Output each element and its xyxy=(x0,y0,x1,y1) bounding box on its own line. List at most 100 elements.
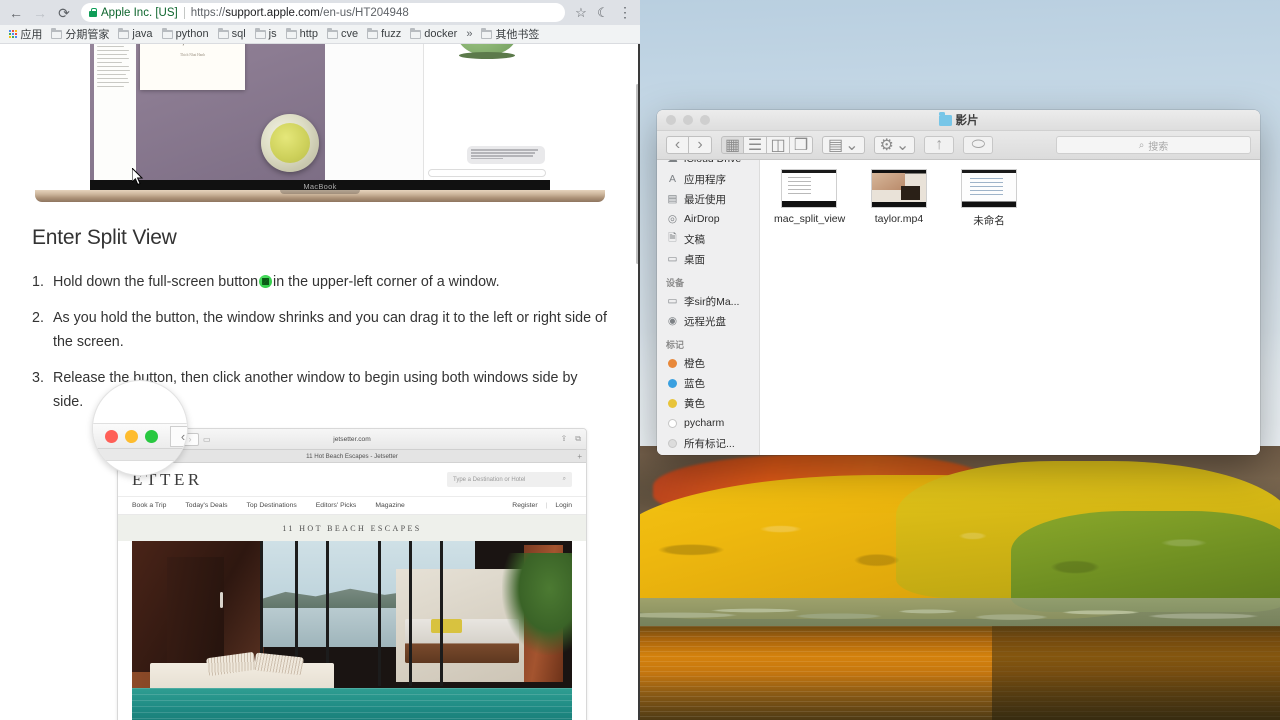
file-item[interactable]: 未命名 xyxy=(954,169,1024,228)
sidebar-item-documents[interactable]: 🗎 文稿 xyxy=(657,229,759,249)
icloud-icon: ☁ xyxy=(666,160,679,165)
bookmark-item-other[interactable]: 其他书签 xyxy=(477,25,543,43)
address-bar[interactable]: Apple Inc. [US] https://support.apple.co… xyxy=(81,3,565,22)
bookmark-item-4[interactable]: sql xyxy=(214,27,250,41)
nav-link-magazine[interactable]: Magazine xyxy=(375,502,404,509)
site-search-input[interactable]: Type a Destination or Hotel ⌕ xyxy=(447,472,572,488)
gallery-view-button[interactable]: ❒ xyxy=(790,136,813,154)
sidebar-tag-pycharm[interactable]: pycharm xyxy=(657,413,759,433)
bookmarks-bar: 应用 分期管家 java python sql js http cve fuzz… xyxy=(0,25,640,44)
bookmark-item-8[interactable]: fuzz xyxy=(363,27,405,41)
step-item-1: Hold down the full-screen button in the u… xyxy=(32,270,608,294)
sidebar-item-icloud-drive[interactable]: ☁ iCloud Drive xyxy=(657,160,759,169)
forward-arrow-icon[interactable]: › xyxy=(689,136,712,154)
pull-quote-attribution: Thich Nhat Hanh xyxy=(180,53,205,58)
back-arrow-icon[interactable]: ← xyxy=(5,2,27,24)
sidebar-item-recents[interactable]: ▤ 最近使用 xyxy=(657,189,759,209)
file-name-label: mac_split_view xyxy=(774,213,846,225)
fullscreen-button-icon-magnified[interactable] xyxy=(145,429,158,443)
arrange-icon: ▤ xyxy=(828,137,844,154)
new-tab-button[interactable]: + xyxy=(577,452,582,461)
close-button-icon-magnified[interactable] xyxy=(105,429,118,443)
bookmarks-overflow-chevron[interactable]: » xyxy=(462,28,476,40)
sidebar-section-tags: 标记 xyxy=(666,340,685,350)
folder-icon xyxy=(161,27,173,39)
safari-screenshot-figure: ‹ › ▭ jetsetter.com ⇪ ⧉ 11 Hot Be xyxy=(92,380,587,720)
magnified-nav-buttons[interactable]: ‹ › xyxy=(170,425,187,447)
search-icon: ⌕ xyxy=(562,476,566,483)
nav-link-register[interactable]: Register xyxy=(512,502,537,509)
close-button-icon[interactable] xyxy=(666,115,676,125)
star-icon[interactable]: ☆ xyxy=(571,3,591,23)
bookmark-label: js xyxy=(268,28,277,40)
finder-search-input[interactable]: ⌕ 搜索 xyxy=(1056,136,1251,154)
safari-address-bar[interactable]: jetsetter.com xyxy=(333,436,370,443)
nav-link-todays-deals[interactable]: Today's Deals xyxy=(185,502,227,509)
finder-nav-buttons[interactable]: ‹ › xyxy=(666,136,712,154)
bookmark-item-2[interactable]: java xyxy=(114,27,156,41)
tab-title[interactable]: 11 Hot Beach Escapes - Jetsetter xyxy=(306,453,398,460)
share-button[interactable]: ↑ xyxy=(924,136,955,154)
bookmark-item-6[interactable]: http xyxy=(282,27,322,41)
disc-icon: ◉ xyxy=(667,315,678,327)
bookmark-item-7[interactable]: cve xyxy=(323,27,362,41)
sidebar-tag-yellow[interactable]: 黄色 xyxy=(657,393,759,413)
bookmark-item-3[interactable]: python xyxy=(158,27,213,41)
action-menu-button[interactable]: ⚙ ⌄ xyxy=(873,136,916,154)
sidebar-tag-orange[interactable]: 橙色 xyxy=(657,353,759,373)
nav-link-book-a-trip[interactable]: Book a Trip xyxy=(132,502,166,509)
icon-view-button[interactable]: ▦ xyxy=(721,136,744,154)
folder-icon xyxy=(326,27,338,39)
safari-tab-bar: 11 Hot Beach Escapes - Jetsetter + xyxy=(118,450,586,464)
file-thumbnail xyxy=(871,169,927,208)
nav-link-top-destinations[interactable]: Top Destinations xyxy=(247,502,297,509)
column-view-button[interactable]: ◫ xyxy=(767,136,790,154)
file-item[interactable]: taylor.mp4 xyxy=(864,169,934,228)
macbook-notch xyxy=(280,190,360,194)
sidebar-item-label: 橙色 xyxy=(684,357,705,370)
minimize-button-icon[interactable] xyxy=(683,115,693,125)
back-arrow-icon[interactable]: ‹ xyxy=(666,136,689,154)
tags-button[interactable]: ⬭ xyxy=(963,136,994,154)
url-domain: support.apple.com xyxy=(225,6,320,19)
reload-icon[interactable]: ⟳ xyxy=(53,2,75,24)
page-banner-heading: 11 HOT BEACH ESCAPES xyxy=(118,515,586,542)
bookmark-item-apps[interactable]: 应用 xyxy=(5,25,46,43)
view-mode-switcher[interactable]: ▦ ☰ ◫ ❒ xyxy=(721,136,813,154)
folder-icon xyxy=(118,27,130,39)
finder-titlebar: 影片 xyxy=(657,110,1260,131)
sidebar-toggle-icon[interactable]: ▭ xyxy=(203,435,211,444)
magnified-tab-strip xyxy=(93,449,187,462)
show-tabs-icon[interactable]: ⧉ xyxy=(575,434,581,444)
magnifier-callout: ‹ › xyxy=(92,380,188,477)
minimize-button-icon-magnified[interactable] xyxy=(125,429,138,443)
sidebar-tag-all-tags[interactable]: 所有标记... xyxy=(657,433,759,453)
bookmark-label: 其他书签 xyxy=(495,29,540,41)
arrange-by-button[interactable]: ▤ ⌄ xyxy=(822,136,865,154)
three-dot-menu-icon[interactable]: ⋮ xyxy=(615,3,635,23)
folder-icon xyxy=(410,27,422,39)
bookmark-item-9[interactable]: docker xyxy=(406,27,461,41)
sidebar-tag-blue[interactable]: 蓝色 xyxy=(657,373,759,393)
forward-arrow-icon[interactable]: → xyxy=(29,2,51,24)
sidebar-item-desktop[interactable]: ▭ 桌面 xyxy=(657,249,759,269)
finder-body: ☁ iCloud Drive A 应用程序 ▤ 最近使用 ◎ AirDrop 🗎 文稿 ▭… xyxy=(657,160,1260,455)
list-view-button[interactable]: ☰ xyxy=(744,136,767,154)
sidebar-item-remote-disc[interactable]: ◉ 远程光盘 xyxy=(657,311,759,331)
file-item[interactable]: mac_split_view xyxy=(774,169,846,228)
bookmark-item-5[interactable]: js xyxy=(251,27,281,41)
zoom-button-icon[interactable] xyxy=(700,115,710,125)
finder-window-title: 影片 xyxy=(938,112,979,128)
messages-conversation-list: Erin Steed Yesterday David Elfving xyxy=(324,44,424,180)
sidebar-item-computer[interactable]: ▭ 李sir的Ma... xyxy=(657,291,759,311)
sidebar-item-applications[interactable]: A 应用程序 xyxy=(657,169,759,189)
moon-icon[interactable]: ☾ xyxy=(593,3,613,23)
nav-link-editors-picks[interactable]: Editors' Picks xyxy=(316,502,357,509)
bookmark-item-1[interactable]: 分期管家 xyxy=(47,25,113,43)
finder-sidebar: ☁ iCloud Drive A 应用程序 ▤ 最近使用 ◎ AirDrop 🗎 文稿 ▭… xyxy=(657,160,760,455)
sidebar-item-airdrop[interactable]: ◎ AirDrop xyxy=(657,209,759,229)
airdrop-icon: ◎ xyxy=(667,213,678,225)
nav-link-login[interactable]: Login xyxy=(555,502,572,509)
share-icon[interactable]: ⇪ xyxy=(561,434,568,444)
back-arrow-icon-magnified[interactable]: ‹ xyxy=(170,425,187,447)
